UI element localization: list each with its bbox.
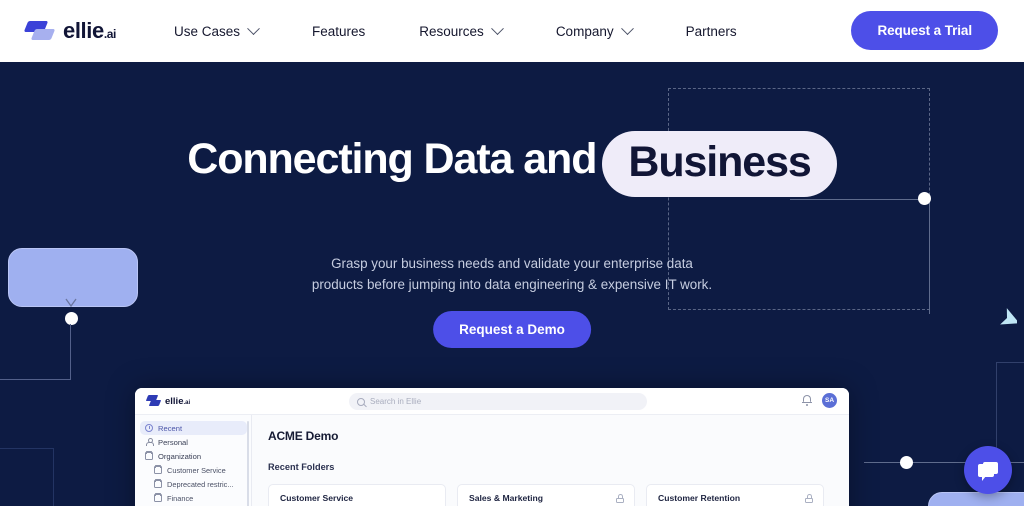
hero-section: Connecting Data and Business Grasp your b…	[0, 62, 1024, 506]
sidebar-item-deprecated-restricted[interactable]: Deprecated restric...	[140, 477, 247, 491]
folder-card[interactable]: Sales & Marketing Last updated about 20 …	[457, 484, 635, 506]
sidebar-scrollbar[interactable]	[247, 421, 249, 506]
folder-icon	[154, 465, 162, 474]
folder-card-title: Customer Service	[280, 493, 354, 503]
workspace-title: ACME Demo	[268, 429, 339, 443]
app-brand-suffix: .ai	[183, 399, 191, 406]
folder-icon	[154, 493, 162, 502]
product-screenshot-mockup: ellie.ai Search in Ellie SA Recent Perso…	[135, 388, 849, 506]
nav-item-label: Company	[555, 23, 614, 39]
sidebar-item-recent[interactable]: Recent	[140, 421, 247, 435]
hero-subtitle-line-1: Grasp your business needs and validate y…	[331, 256, 693, 271]
decorative-rect-bottom-left	[0, 448, 54, 506]
chevron-down-icon	[620, 21, 634, 35]
top-navigation-bar: ellie.ai Use Cases Features Resources Co…	[0, 0, 1024, 62]
sidebar-item-label: Finance	[167, 493, 194, 503]
nav-item-partners[interactable]: Partners	[686, 24, 737, 39]
lock-icon	[616, 494, 624, 503]
nav-item-label: Resources	[419, 23, 484, 39]
sidebar-item-organization[interactable]: Organization	[140, 449, 247, 463]
request-a-demo-button[interactable]: Request a Demo	[433, 311, 591, 348]
app-header-actions: SA	[802, 393, 837, 408]
decorative-line-horizontal	[0, 379, 71, 380]
ellie-logo-icon	[23, 19, 56, 43]
chat-bubble-icon	[978, 464, 994, 481]
decorative-node-dot	[65, 312, 78, 325]
decorative-node-dot	[900, 456, 913, 469]
folder-card-title: Customer Retention	[658, 493, 741, 503]
sidebar-item-personal[interactable]: Personal	[140, 435, 247, 449]
folder-card[interactable]: Customer Service Last updated about 20 h…	[268, 484, 446, 506]
brand-logo[interactable]: ellie.ai	[23, 18, 116, 44]
decorative-arrow-down-icon	[65, 298, 77, 308]
nav-item-label: Partners	[685, 23, 737, 39]
search-icon	[357, 397, 365, 406]
avatar[interactable]: SA	[822, 393, 837, 408]
decorative-node-box-right	[928, 492, 1024, 506]
sidebar-item-label: Deprecated restric...	[167, 479, 234, 489]
folder-card-title: Sales & Marketing	[469, 493, 544, 503]
hero-title-highlight: Business	[602, 131, 837, 197]
app-brand-name-text: ellie	[165, 395, 184, 407]
notification-bell-icon[interactable]	[802, 395, 812, 406]
ellie-logo-icon	[145, 395, 162, 407]
nav-item-label: Use Cases	[173, 23, 240, 39]
app-body: Recent Personal Organization Customer Se…	[135, 415, 849, 506]
app-sidebar: Recent Personal Organization Customer Se…	[135, 415, 252, 506]
cursor-pointer-icon	[1000, 308, 1017, 325]
nav-item-label: Features	[312, 23, 366, 39]
search-placeholder: Search in Ellie	[370, 397, 422, 406]
app-main-content: ACME Demo Recent Folders Customer Servic…	[252, 415, 849, 506]
chevron-down-icon	[247, 21, 260, 35]
sidebar-item-customer-service[interactable]: Customer Service	[140, 463, 247, 477]
decorative-line-horizontal	[790, 199, 930, 200]
hero-subtitle: Grasp your business needs and validate y…	[0, 254, 1024, 296]
person-icon	[145, 438, 155, 447]
section-title-recent-folders: Recent Folders	[268, 462, 335, 472]
folder-card[interactable]: Customer Retention Last updated 1 day ag…	[646, 484, 824, 506]
lock-icon	[805, 494, 813, 503]
decorative-line-vertical	[70, 324, 71, 380]
sidebar-item-label: Customer Service	[167, 465, 226, 475]
folder-icon	[145, 451, 153, 460]
sidebar-item-label: Recent	[158, 423, 183, 433]
sidebar-item-label: Personal	[158, 437, 188, 447]
nav-links: Use Cases Features Resources Company Par…	[173, 21, 737, 39]
nav-item-company[interactable]: Company	[555, 21, 634, 39]
nav-item-use-cases[interactable]: Use Cases	[173, 21, 260, 39]
search-input[interactable]: Search in Ellie	[349, 393, 647, 410]
chat-widget-button[interactable]	[964, 446, 1012, 494]
brand-suffix: .ai	[103, 27, 117, 41]
app-brand-logo[interactable]: ellie.ai	[145, 395, 190, 407]
brand-name-text: ellie	[63, 18, 104, 43]
hero-title-plain: Connecting Data and	[187, 135, 597, 183]
nav-item-features[interactable]: Features	[312, 24, 365, 39]
recent-folders-list: Customer Service Last updated about 20 h…	[268, 484, 849, 506]
page-title: Connecting Data and Business	[0, 128, 1024, 197]
sidebar-item-label: Organization	[158, 451, 202, 461]
hero-subtitle-line-2: products before jumping into data engine…	[311, 276, 713, 292]
nav-item-resources[interactable]: Resources	[419, 21, 504, 39]
brand-name: ellie.ai	[63, 18, 116, 44]
chevron-down-icon	[490, 21, 504, 35]
sidebar-item-finance[interactable]: Finance	[140, 491, 247, 505]
app-header: ellie.ai Search in Ellie SA	[135, 388, 849, 415]
app-brand-name: ellie.ai	[165, 396, 190, 407]
folder-icon	[154, 479, 162, 488]
clock-icon	[145, 424, 153, 432]
request-a-trial-button[interactable]: Request a Trial	[851, 11, 998, 50]
